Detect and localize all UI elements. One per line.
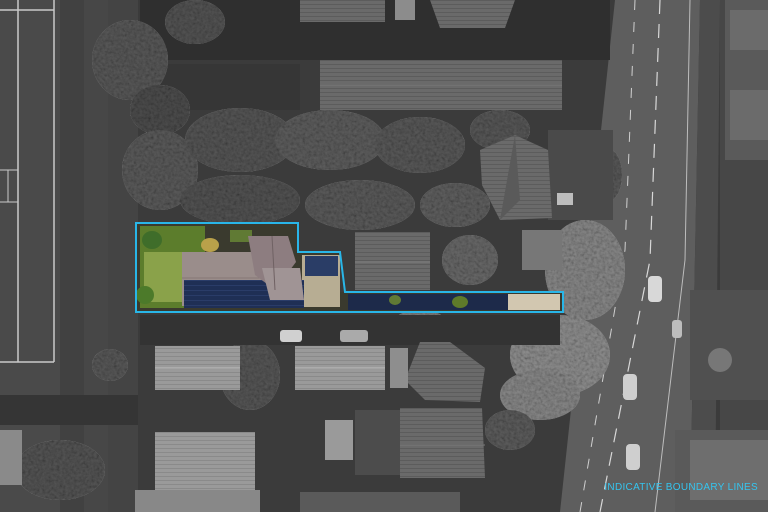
aerial-map [0,0,768,512]
car [623,374,637,400]
car [626,444,640,470]
car [672,320,682,338]
boundary-caption: INDICATIVE BOUNDARY LINES [604,482,758,493]
car [648,276,662,302]
